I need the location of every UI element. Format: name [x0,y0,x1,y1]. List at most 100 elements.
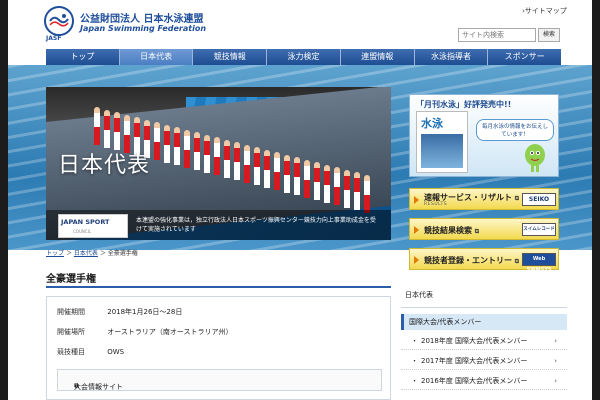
registration-entry-label: 競技者登録・エントリー ⧉ [424,256,520,265]
bullet-icon: ・ [411,377,418,385]
swimmer-figure [224,139,230,178]
breadcrumb-japan-team[interactable]: 日本代表 [74,250,98,257]
info-value: OWS [107,348,125,356]
magazine-title: 水泳 [421,117,443,130]
sidebar: 日本代表 国際大会/代表メンバー ・ 2018年度 国際大会/代表メンバー › ・… [401,280,567,400]
magazine-cover: 水泳 [416,111,468,173]
breadcrumb-separator: ＞ [65,250,72,257]
results-button[interactable]: 速報サービス・リザルト ⧉ RESULTS SEIKO [409,188,559,210]
swimmer-figure [114,112,120,150]
swimmer-figure [104,109,110,148]
arrow-right-icon [414,256,419,264]
info-row-dates: 開催期間 2018年1月26日〜28日 [57,307,182,317]
promo-speech-bubble: 毎月水泳の情報をお伝えしています！ [476,119,554,141]
sidebar-item-2017[interactable]: ・ 2017年度 国際大会/代表メンバー › [401,352,567,370]
swimmer-figure [284,154,290,193]
magazine-cover-image [421,134,463,168]
swimmer-figure [204,134,210,173]
swimmer-figure [364,174,370,213]
bullet-icon: ・ [411,357,418,365]
org-name-en[interactable]: Japan Swimming Federation [80,24,206,33]
event-info-box: 開催期間 2018年1月26日〜28日 開催場所 オーストラリア（南オーストラリ… [46,296,391,400]
nav-item-sponsors[interactable]: スポンサー [488,49,562,65]
swimmer-figure [174,127,180,165]
swimmer-figure [214,137,220,175]
swimmer-figure [184,129,190,168]
external-link-icon: ⧉ [74,382,79,390]
breadcrumb-top[interactable]: トップ [46,250,64,257]
nav-item-top[interactable]: トップ [46,49,120,65]
info-row-event: 競技種目 OWS [57,347,124,357]
swimmer-figure [94,107,100,145]
info-label: 競技種目 [57,348,85,356]
hero-banner: 日本代表 JAPAN SPORT COUNCIL 本連盟の強化事業は，独立行政法… [46,87,391,240]
results-search-label: 競技結果検索 ⧉ [424,226,480,235]
seiko-logo: SEIKO [522,193,556,206]
promo-heading: 「月刊水泳」好評発売中!! [416,100,512,109]
jsc-logo-main: JAPAN SPORT [61,218,110,226]
swimmer-figure [294,157,300,195]
chevron-right-icon: › [554,377,557,385]
jsc-logo[interactable]: JAPAN SPORT COUNCIL [58,214,128,238]
page: JASF 公益財団法人 日本水泳連盟 Japan Swimming Federa… [8,0,592,400]
nav-item-federation[interactable]: 連盟情報 [340,49,415,65]
event-site-link[interactable]: › 大会情報サイト ⧉ [57,369,382,391]
bullet-icon: ・ [411,337,418,345]
sidebar-heading: 日本代表 [401,280,567,308]
swimmer-figure [244,144,250,183]
breadcrumb-current: 全豪選手権 [107,250,138,257]
external-link-icon: ⧉ [474,228,480,235]
sidebar-item-2018[interactable]: ・ 2018年度 国際大会/代表メンバー › [401,332,567,350]
logo-label: JASF [46,35,62,42]
sidebar-item-label: 2017年度 国際大会/代表メンバー [421,357,528,365]
info-value: 2018年1月26日〜28日 [107,308,183,316]
info-label: 開催場所 [57,328,85,336]
arrow-right-icon [414,196,419,204]
swimmer-figure [164,124,170,163]
search-input[interactable] [458,28,536,42]
magazine-promo[interactable]: 「月刊水泳」好評発売中!! 水泳 毎月水泳の情報をお伝えしています！ [409,94,559,177]
web-swmsys-logo: Web SWMSYS [522,253,556,273]
org-name-jp[interactable]: 公益財団法人 日本水泳連盟 [80,10,203,25]
breadcrumb: トップ ＞ 日本代表 ＞ 全豪選手権 [46,248,138,257]
jasf-logo-icon[interactable] [44,6,74,36]
swimmer-figure [274,152,280,190]
sidebar-item-label: 2018年度 国際大会/代表メンバー [421,337,528,345]
site-header: JASF 公益財団法人 日本水泳連盟 Japan Swimming Federa… [8,0,592,44]
chevron-right-icon: › [554,357,557,365]
nav-item-competition[interactable]: 競技情報 [193,49,268,65]
registration-entry-button[interactable]: 競技者登録・エントリー ⧉ Web SWMSYS [409,248,559,273]
swimmer-figure [264,149,270,188]
hero-title: 日本代表 [58,153,151,178]
sidebar-item-2016[interactable]: ・ 2016年度 国際大会/代表メンバー › [401,372,567,390]
swimmer-figure [334,167,340,205]
swimmer-figure [314,162,320,200]
nav-item-coaches[interactable]: 水泳指導者 [414,49,489,65]
mascot-icon [525,144,545,172]
swimmer-figure [234,142,240,180]
swimmer-figure [194,132,200,170]
external-link-icon: ⧉ [514,258,520,265]
swimmer-figure [154,122,160,160]
page-title: 全豪選手権 [46,274,96,285]
chevron-right-icon: › [554,337,557,345]
swimmer-figure [354,172,360,210]
swimmer-figure [254,147,260,185]
sitemap-link[interactable]: ›サイトマップ [522,6,567,16]
external-link-icon: ⧉ [514,195,520,202]
info-row-venue: 開催場所 オーストラリア（南オーストラリア州） [57,327,233,337]
global-nav: トップ 日本代表 競技情報 泳力検定 連盟情報 水泳指導者 スポンサー [46,49,562,65]
info-value: オーストラリア（南オーストラリア州） [107,328,233,336]
sidebar-subheading[interactable]: 国際大会/代表メンバー [401,314,567,330]
breadcrumb-separator: ＞ [99,250,106,257]
search-button[interactable]: 検索 [538,28,560,42]
results-search-button[interactable]: 競技結果検索 ⧉ スイムレコード [409,218,559,240]
arrow-right-icon [414,226,419,234]
results-button-sub: RESULTS [424,202,448,207]
jsc-logo-sub: COUNCIL [73,229,92,234]
nav-item-swim-test[interactable]: 泳力検定 [267,49,341,65]
title-divider [46,286,391,288]
nav-item-japan-team[interactable]: 日本代表 [119,49,194,65]
swim-record-logo: スイムレコード [522,223,556,236]
hero-caption-text: 本連盟の強化事業は，独立行政法人日本スポーツ振興センター競技力向上事業助成金を受… [136,217,376,233]
